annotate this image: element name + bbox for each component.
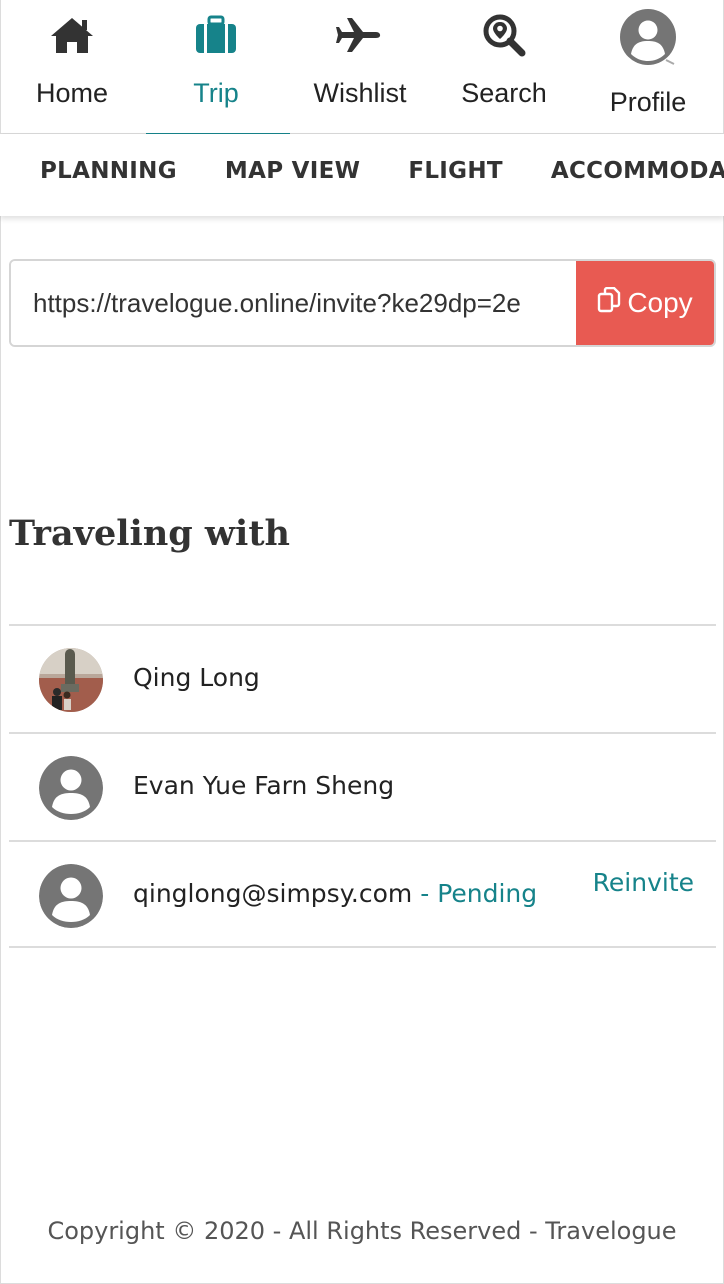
nav-trip-label: Trip xyxy=(193,78,239,108)
nav-profile[interactable]: Profile xyxy=(576,0,720,133)
user-avatar-icon xyxy=(39,756,103,820)
search-location-icon xyxy=(432,12,576,58)
nav-home-label: Home xyxy=(35,78,109,108)
suitcase-icon xyxy=(144,12,288,58)
subnav-map-view[interactable]: MAP VIEW xyxy=(225,158,360,184)
home-icon xyxy=(0,12,144,58)
member-row: qinglong@simpsy.com - Pending Reinvite xyxy=(9,840,716,948)
nav-wishlist-label: Wishlist xyxy=(313,78,407,108)
top-navigation: Home Trip Wishlist Search Profile xyxy=(0,0,724,135)
member-name: Qing Long xyxy=(133,663,260,692)
member-row: Evan Yue Farn Sheng xyxy=(9,732,716,840)
nav-wishlist[interactable]: Wishlist xyxy=(288,0,432,133)
airplane-icon xyxy=(288,12,432,58)
nav-search[interactable]: Search xyxy=(432,0,576,133)
invite-link-group: Copy xyxy=(9,259,716,347)
user-avatar-icon xyxy=(576,8,720,66)
user-avatar-icon xyxy=(39,864,103,928)
trip-subnav: PLANNING MAP VIEW FLIGHT ACCOMMODATION xyxy=(0,134,724,216)
member-list: Qing Long Evan Yue Farn Sheng qinglong@s… xyxy=(9,624,716,948)
subnav-flight[interactable]: FLIGHT xyxy=(408,158,503,184)
nav-profile-label: Profile xyxy=(609,87,687,117)
subnav-planning[interactable]: PLANNING xyxy=(40,158,177,184)
subnav-accommodation[interactable]: ACCOMMODATION xyxy=(551,158,724,184)
member-row: Qing Long xyxy=(9,624,716,732)
copy-label: Copy xyxy=(627,287,693,318)
member-email: qinglong@simpsy.com - Pending xyxy=(133,879,537,908)
member-name: Evan Yue Farn Sheng xyxy=(133,771,395,800)
copy-icon xyxy=(597,286,621,320)
pending-status: - Pending xyxy=(412,879,538,908)
copy-button[interactable]: Copy xyxy=(576,261,714,345)
nav-home[interactable]: Home xyxy=(0,0,144,133)
member-photo-avatar xyxy=(39,648,103,712)
traveling-with-title: Traveling with xyxy=(9,513,290,554)
invite-link-input[interactable] xyxy=(11,261,576,345)
reinvite-link[interactable]: Reinvite xyxy=(593,868,694,897)
nav-trip[interactable]: Trip xyxy=(144,0,290,135)
nav-search-label: Search xyxy=(461,78,547,108)
member-email-text: qinglong@simpsy.com xyxy=(133,879,413,908)
footer-copyright: Copyright © 2020 - All Rights Reserved -… xyxy=(47,1217,677,1245)
